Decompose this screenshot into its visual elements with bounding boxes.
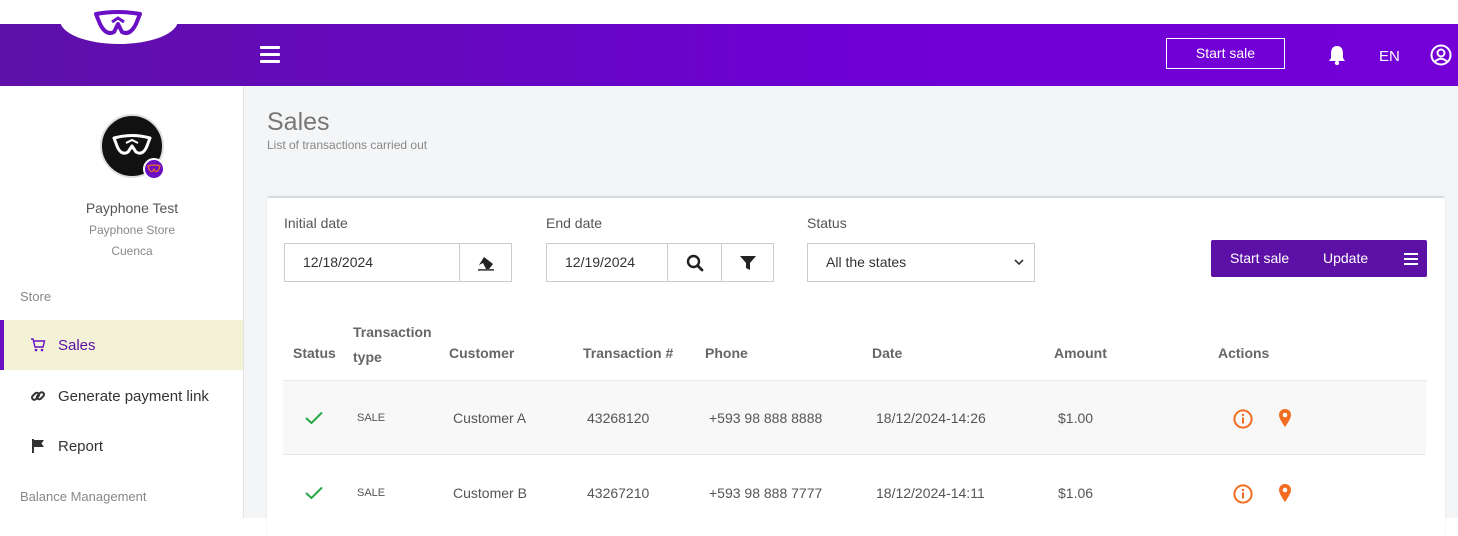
list-menu-icon	[1403, 252, 1418, 265]
sidebar: Payphone Test Payphone Store Cuenca Stor…	[0, 86, 244, 518]
table-row: SALE Customer B 43267210 +593 98 888 777…	[283, 456, 1426, 531]
header-start-sale-button[interactable]: Start sale	[1166, 38, 1285, 69]
transaction-type: SALE	[357, 412, 386, 424]
section-label-store: Store	[20, 289, 52, 304]
column-header-status[interactable]: Status	[293, 345, 336, 361]
chevron-down-icon	[1014, 259, 1024, 266]
page-subtitle: List of transactions carried out	[267, 138, 428, 152]
main-content: Sales List of transactions carried out I…	[244, 86, 1458, 536]
action-button-group: Start sale Update	[1211, 240, 1427, 277]
filter-button[interactable]	[721, 243, 774, 282]
sales-card: Initial date 12/18/2024 End date 12/19/2…	[267, 196, 1445, 536]
sidebar-item-report[interactable]: Report	[0, 421, 243, 471]
location-pin-icon[interactable]	[1278, 483, 1292, 503]
date: 18/12/2024-14:11	[876, 485, 985, 501]
column-header-line: Transaction	[353, 324, 432, 340]
eraser-icon	[477, 256, 494, 271]
status-select[interactable]: All the states	[807, 243, 1035, 282]
sidebar-item-label: Sales	[58, 336, 96, 354]
initial-date-label: Initial date	[284, 215, 348, 231]
update-button[interactable]: Update	[1309, 240, 1394, 277]
search-icon	[686, 254, 703, 271]
column-header-transaction-number[interactable]: Transaction #	[583, 345, 673, 361]
column-header-amount[interactable]: Amount	[1054, 345, 1107, 361]
search-button[interactable]	[667, 243, 722, 282]
customer: Customer A	[453, 410, 527, 426]
more-options-button[interactable]	[1394, 240, 1427, 277]
transaction-number: 43267210	[587, 485, 650, 501]
bell-icon[interactable]	[1327, 44, 1347, 66]
page-title: Sales	[267, 108, 330, 136]
column-header-phone[interactable]: Phone	[705, 345, 748, 361]
payphone-logo-icon[interactable]	[92, 10, 144, 40]
info-icon[interactable]	[1233, 484, 1253, 504]
profile-name: Payphone Test	[85, 200, 179, 216]
column-header-line: type	[353, 349, 382, 365]
section-label-balance: Balance Management	[20, 489, 147, 504]
flag-icon	[30, 438, 46, 454]
transaction-type: SALE	[357, 487, 386, 499]
info-icon[interactable]	[1233, 409, 1253, 429]
menu-toggle-icon[interactable]	[260, 46, 280, 64]
end-date-label: End date	[546, 215, 603, 231]
success-check-icon	[305, 411, 323, 425]
customer: Customer B	[453, 485, 527, 501]
phone: +593 98 888 7777	[709, 485, 823, 501]
sidebar-item-label: Report	[58, 437, 104, 455]
status-select-value: All the states	[826, 254, 907, 270]
language-selector[interactable]: EN	[1379, 48, 1400, 65]
sidebar-item-generate-payment-link[interactable]: Generate payment link	[0, 371, 243, 421]
date: 18/12/2024-14:26	[876, 410, 986, 426]
profile-city: Cuenca	[111, 244, 153, 258]
sidebar-item-sales[interactable]: Sales	[0, 320, 243, 370]
initial-date-input[interactable]: 12/18/2024	[284, 243, 460, 282]
user-account-icon[interactable]	[1430, 44, 1452, 66]
column-header-date[interactable]: Date	[872, 345, 902, 361]
status-label: Status	[807, 215, 847, 231]
column-header-actions: Actions	[1218, 345, 1270, 361]
phone: +593 98 888 8888	[709, 410, 823, 426]
profile-store: Payphone Store	[88, 223, 176, 237]
column-header-customer[interactable]: Customer	[449, 345, 514, 361]
badge-logo-icon	[147, 164, 161, 173]
success-check-icon	[305, 486, 323, 500]
filter-icon	[739, 255, 756, 270]
table-row: SALE Customer A 43268120 +593 98 888 888…	[283, 380, 1426, 455]
column-header-transaction-type[interactable]: Transaction type	[353, 320, 432, 370]
sidebar-item-label: Generate payment link	[58, 387, 209, 405]
top-strip	[0, 0, 1458, 24]
clear-date-button[interactable]	[459, 243, 512, 282]
end-date-input[interactable]: 12/19/2024	[546, 243, 668, 282]
amount: $1.06	[1058, 485, 1094, 501]
start-sale-button[interactable]: Start sale	[1211, 240, 1309, 277]
location-pin-icon[interactable]	[1278, 408, 1292, 428]
transaction-number: 43268120	[587, 410, 650, 426]
amount: $1.00	[1058, 410, 1094, 426]
avatar-badge	[143, 158, 165, 180]
cart-icon	[30, 337, 46, 353]
link-icon	[30, 388, 46, 404]
